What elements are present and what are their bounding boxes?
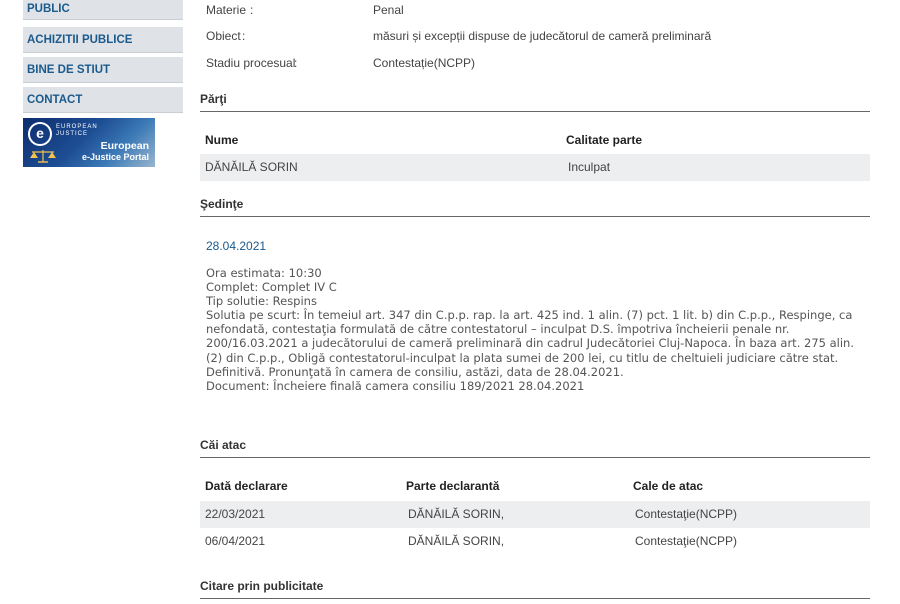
parti-table-header: Nume Calitate parte: [200, 127, 870, 154]
session-time: Ora estimata: 10:30: [206, 266, 322, 280]
session-solution-type: Tip solutie: Respins: [206, 294, 317, 309]
cai-atac-table-header: Dată declarare Parte declarantă Cale de …: [200, 473, 870, 500]
case-info-key: Obiect: [206, 29, 241, 43]
column-header: Parte declarantă: [406, 479, 500, 493]
sidebar-item-label: BINE DE STIUT: [27, 64, 111, 76]
column-header: Nume: [205, 133, 239, 147]
session-document: Document: Încheiere finală camera consil…: [206, 378, 585, 393]
declaring-party: DĂNĂILĂ SORIN,: [408, 534, 505, 548]
declaring-party: DĂNĂILĂ SORIN,: [408, 507, 505, 521]
table-row: DĂNĂILĂ SORIN Inculpat: [200, 154, 870, 181]
session-date: 28.04.2021: [206, 239, 267, 253]
sidebar-item-label: ACHIZITII PUBLICE: [27, 34, 133, 46]
sidebar-item-achizitii-publice[interactable]: ACHIZITII PUBLICE: [23, 27, 183, 53]
session-details: Ora estimata: 10:30 Complet: Complet IV …: [206, 266, 861, 393]
e-justice-portal-banner[interactable]: e EUROPEAN JUSTICE European e-Justice Po…: [23, 118, 155, 167]
case-info-key: Materie: [206, 3, 247, 17]
sidebar-item-label: PUBLIC: [27, 3, 70, 15]
section-title-sedinte: Şedinţe: [200, 197, 870, 217]
column-header: Calitate parte: [566, 133, 643, 147]
case-info-key: Stadiu procesual: [206, 56, 296, 70]
case-info-value: măsuri și excepții dispuse de judecătoru…: [373, 29, 712, 43]
sidebar-item-public[interactable]: PUBLIC: [23, 0, 183, 20]
appeal-type: Contestaţie(NCPP): [635, 534, 738, 548]
sidebar-item-contact[interactable]: CONTACT: [23, 87, 183, 113]
appeal-type: Contestaţie(NCPP): [635, 507, 738, 521]
party-role: Inculpat: [568, 160, 611, 174]
declaration-date: 22/03/2021: [205, 507, 266, 521]
case-info-value: Contestație(NCPP): [373, 56, 476, 70]
sidebar-item-label: CONTACT: [27, 94, 83, 106]
declaration-date: 06/04/2021: [205, 534, 266, 548]
e-justice-subtitle: e-Justice Portal: [81, 152, 149, 162]
session-panel: Complet: Complet IV C: [206, 280, 337, 295]
table-row: 22/03/2021 DĂNĂILĂ SORIN, Contestaţie(NC…: [200, 501, 870, 528]
table-row: 06/04/2021 DĂNĂILĂ SORIN, Contestaţie(NC…: [200, 528, 870, 555]
scales-of-justice-icon: [30, 150, 56, 163]
e-justice-title: European: [100, 140, 149, 152]
section-title-parti: Părţi: [200, 92, 870, 112]
column-header: Cale de atac: [633, 479, 704, 493]
e-justice-small-text: EUROPEAN JUSTICE: [56, 124, 98, 137]
section-title-citare: Citare prin publicitate: [200, 579, 870, 599]
session-solution-summary: Solutia pe scurt: În temeiul art. 347 di…: [206, 308, 854, 379]
section-title-cai-atac: Căi atac: [200, 438, 870, 458]
case-info-value: Penal: [373, 3, 404, 17]
column-header: Dată declarare: [205, 479, 288, 493]
e-justice-logo-icon: e: [28, 122, 52, 146]
party-name: DĂNĂILĂ SORIN: [205, 160, 298, 174]
sidebar-item-bine-de-stiut[interactable]: BINE DE STIUT: [23, 57, 183, 83]
